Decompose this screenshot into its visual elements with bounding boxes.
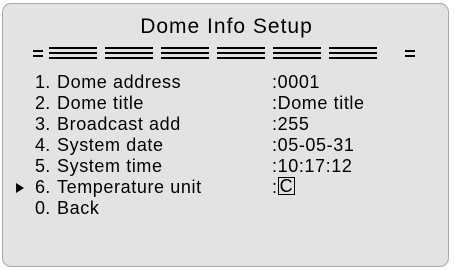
menu-item-number: 4.	[35, 135, 51, 155]
menu-item-label: System date	[57, 135, 164, 155]
menu-item-label: Dome address	[57, 72, 182, 92]
menu-item-number: 0.	[35, 198, 51, 218]
menu-item-number: 5.	[35, 156, 51, 176]
menu-title: Dome Info Setup	[140, 15, 313, 38]
menu-item-label: Temperature unit	[57, 177, 202, 197]
menu-item-back[interactable]: 0. Back	[3, 198, 450, 219]
menu-item-label: Broadcast add	[57, 114, 181, 134]
triangle-right-icon	[16, 183, 24, 193]
menu-item-number: 1.	[35, 72, 51, 92]
capture-area: Dome Info Setup 1. Dome address:0001 2.…	[0, 0, 455, 271]
menu-item-dome-title[interactable]: 2. Dome title :Dome title	[3, 93, 450, 114]
menu-item-label: Back	[57, 198, 100, 218]
menu-item-system-date[interactable]: 4. System date :05-05-31	[3, 135, 450, 156]
title-divider	[33, 47, 417, 61]
temperature-unit-cursor[interactable]: C	[277, 177, 296, 195]
menu-item-temperature-unit[interactable]: 6. Temperature unit :C	[3, 177, 450, 198]
menu-item-dome-address[interactable]: 1. Dome address :0001	[3, 72, 450, 93]
menu-item-number: 3.	[35, 114, 51, 134]
menu-list: 1. Dome address :0001 2. Dome title :Dom…	[3, 72, 450, 219]
menu-item-value: :05-05-31	[272, 135, 355, 155]
menu-item-value: :C	[272, 177, 296, 198]
menu-item-value: :Dome title	[272, 93, 365, 113]
menu-item-value: :0001	[272, 72, 321, 92]
menu-item-system-time[interactable]: 5. System time :10:17:12	[3, 156, 450, 177]
menu-item-label: System time	[57, 156, 163, 176]
menu-item-number: 6.	[35, 177, 51, 197]
menu-item-broadcast-add[interactable]: 3. Broadcast add :255	[3, 114, 450, 135]
menu-item-number: 2.	[35, 93, 51, 113]
menu-item-value: :255	[272, 114, 310, 134]
menu-item-label: Dome title	[57, 93, 145, 113]
menu-item-value: :10:17:12	[272, 156, 353, 176]
osd-menu-screen: Dome Info Setup 1. Dome address:0001 2.…	[2, 3, 449, 267]
